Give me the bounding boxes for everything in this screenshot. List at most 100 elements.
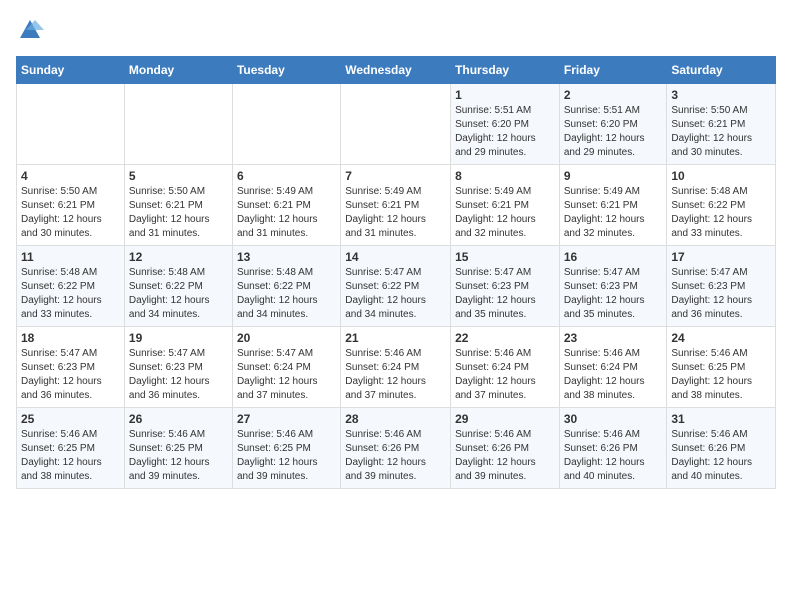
day-number: 11	[21, 250, 120, 264]
calendar-header: SundayMondayTuesdayWednesdayThursdayFrid…	[17, 57, 776, 84]
weekday-header-friday: Friday	[559, 57, 667, 84]
calendar-cell: 31 Sunrise: 5:46 AM Sunset: 6:26 PM Dayli…	[667, 408, 776, 489]
calendar-cell: 19 Sunrise: 5:47 AM Sunset: 6:23 PM Dayli…	[124, 327, 232, 408]
calendar-week-row: 25 Sunrise: 5:46 AM Sunset: 6:25 PM Dayli…	[17, 408, 776, 489]
day-number: 23	[564, 331, 663, 345]
day-detail: Sunrise: 5:47 AM Sunset: 6:23 PM Dayligh…	[21, 347, 120, 403]
calendar-cell: 10 Sunrise: 5:48 AM Sunset: 6:22 PM Dayli…	[667, 165, 776, 246]
calendar-cell: 30 Sunrise: 5:46 AM Sunset: 6:26 PM Dayli…	[559, 408, 667, 489]
day-detail: Sunrise: 5:51 AM Sunset: 6:20 PM Dayligh…	[564, 104, 663, 160]
calendar-table: SundayMondayTuesdayWednesdayThursdayFrid…	[16, 56, 776, 489]
day-detail: Sunrise: 5:47 AM Sunset: 6:23 PM Dayligh…	[455, 266, 555, 322]
calendar-cell: 14 Sunrise: 5:47 AM Sunset: 6:22 PM Dayli…	[341, 246, 451, 327]
day-number: 25	[21, 412, 120, 426]
calendar-cell: 5 Sunrise: 5:50 AM Sunset: 6:21 PM Daylig…	[124, 165, 232, 246]
calendar-cell: 21 Sunrise: 5:46 AM Sunset: 6:24 PM Dayli…	[341, 327, 451, 408]
page-header	[16, 16, 776, 44]
day-detail: Sunrise: 5:46 AM Sunset: 6:26 PM Dayligh…	[564, 428, 663, 484]
calendar-week-row: 1Sunrise: 5:51 AM Sunset: 6:20 PM Daylig…	[17, 84, 776, 165]
day-detail: Sunrise: 5:46 AM Sunset: 6:25 PM Dayligh…	[21, 428, 120, 484]
calendar-cell	[232, 84, 340, 165]
weekday-header-monday: Monday	[124, 57, 232, 84]
day-number: 14	[345, 250, 446, 264]
calendar-cell: 12 Sunrise: 5:48 AM Sunset: 6:22 PM Dayli…	[124, 246, 232, 327]
calendar-cell: 18 Sunrise: 5:47 AM Sunset: 6:23 PM Dayli…	[17, 327, 125, 408]
calendar-cell: 9 Sunrise: 5:49 AM Sunset: 6:21 PM Daylig…	[559, 165, 667, 246]
day-detail: Sunrise: 5:46 AM Sunset: 6:26 PM Dayligh…	[455, 428, 555, 484]
day-number: 28	[345, 412, 446, 426]
calendar-cell: 25 Sunrise: 5:46 AM Sunset: 6:25 PM Dayli…	[17, 408, 125, 489]
calendar-week-row: 11 Sunrise: 5:48 AM Sunset: 6:22 PM Dayli…	[17, 246, 776, 327]
calendar-cell: 17 Sunrise: 5:47 AM Sunset: 6:23 PM Dayli…	[667, 246, 776, 327]
day-number: 20	[237, 331, 336, 345]
weekday-header-row: SundayMondayTuesdayWednesdayThursdayFrid…	[17, 57, 776, 84]
calendar-cell: 24Sunrise: 5:46 AM Sunset: 6:25 PM Dayli…	[667, 327, 776, 408]
day-detail: Sunrise: 5:50 AM Sunset: 6:21 PM Dayligh…	[21, 185, 120, 241]
day-detail: Sunrise: 5:48 AM Sunset: 6:22 PM Dayligh…	[129, 266, 228, 322]
day-number: 18	[21, 331, 120, 345]
day-number: 16	[564, 250, 663, 264]
day-number: 24	[671, 331, 771, 345]
day-detail: Sunrise: 5:50 AM Sunset: 6:21 PM Dayligh…	[129, 185, 228, 241]
day-number: 7	[345, 169, 446, 183]
weekday-header-wednesday: Wednesday	[341, 57, 451, 84]
calendar-week-row: 4Sunrise: 5:50 AM Sunset: 6:21 PM Daylig…	[17, 165, 776, 246]
calendar-cell: 8 Sunrise: 5:49 AM Sunset: 6:21 PM Daylig…	[451, 165, 560, 246]
day-number: 10	[671, 169, 771, 183]
calendar-cell: 20Sunrise: 5:47 AM Sunset: 6:24 PM Dayli…	[232, 327, 340, 408]
day-detail: Sunrise: 5:49 AM Sunset: 6:21 PM Dayligh…	[237, 185, 336, 241]
day-detail: Sunrise: 5:47 AM Sunset: 6:23 PM Dayligh…	[671, 266, 771, 322]
calendar-week-row: 18 Sunrise: 5:47 AM Sunset: 6:23 PM Dayli…	[17, 327, 776, 408]
weekday-header-tuesday: Tuesday	[232, 57, 340, 84]
day-number: 27	[237, 412, 336, 426]
weekday-header-saturday: Saturday	[667, 57, 776, 84]
day-number: 19	[129, 331, 228, 345]
day-detail: Sunrise: 5:46 AM Sunset: 6:24 PM Dayligh…	[564, 347, 663, 403]
day-detail: Sunrise: 5:47 AM Sunset: 6:23 PM Dayligh…	[129, 347, 228, 403]
day-detail: Sunrise: 5:46 AM Sunset: 6:25 PM Dayligh…	[237, 428, 336, 484]
day-detail: Sunrise: 5:46 AM Sunset: 6:26 PM Dayligh…	[671, 428, 771, 484]
calendar-cell	[341, 84, 451, 165]
day-detail: Sunrise: 5:47 AM Sunset: 6:22 PM Dayligh…	[345, 266, 446, 322]
day-detail: Sunrise: 5:49 AM Sunset: 6:21 PM Dayligh…	[345, 185, 446, 241]
calendar-cell: 13Sunrise: 5:48 AM Sunset: 6:22 PM Dayli…	[232, 246, 340, 327]
calendar-cell: 26 Sunrise: 5:46 AM Sunset: 6:25 PM Dayli…	[124, 408, 232, 489]
calendar-cell: 22 Sunrise: 5:46 AM Sunset: 6:24 PM Dayli…	[451, 327, 560, 408]
calendar-cell: 3 Sunrise: 5:50 AM Sunset: 6:21 PM Daylig…	[667, 84, 776, 165]
day-number: 17	[671, 250, 771, 264]
day-detail: Sunrise: 5:46 AM Sunset: 6:26 PM Dayligh…	[345, 428, 446, 484]
day-detail: Sunrise: 5:46 AM Sunset: 6:24 PM Dayligh…	[455, 347, 555, 403]
day-number: 22	[455, 331, 555, 345]
calendar-cell: 16 Sunrise: 5:47 AM Sunset: 6:23 PM Dayli…	[559, 246, 667, 327]
day-detail: Sunrise: 5:50 AM Sunset: 6:21 PM Dayligh…	[671, 104, 771, 160]
logo-icon	[16, 16, 44, 44]
logo	[16, 16, 46, 44]
day-number: 30	[564, 412, 663, 426]
day-number: 6	[237, 169, 336, 183]
calendar-cell	[17, 84, 125, 165]
day-detail: Sunrise: 5:48 AM Sunset: 6:22 PM Dayligh…	[21, 266, 120, 322]
day-detail: Sunrise: 5:49 AM Sunset: 6:21 PM Dayligh…	[455, 185, 555, 241]
day-number: 3	[671, 88, 771, 102]
day-detail: Sunrise: 5:46 AM Sunset: 6:24 PM Dayligh…	[345, 347, 446, 403]
day-number: 8	[455, 169, 555, 183]
day-number: 29	[455, 412, 555, 426]
calendar-cell: 7 Sunrise: 5:49 AM Sunset: 6:21 PM Daylig…	[341, 165, 451, 246]
day-detail: Sunrise: 5:48 AM Sunset: 6:22 PM Dayligh…	[237, 266, 336, 322]
calendar-cell: 6 Sunrise: 5:49 AM Sunset: 6:21 PM Daylig…	[232, 165, 340, 246]
day-number: 9	[564, 169, 663, 183]
day-detail: Sunrise: 5:49 AM Sunset: 6:21 PM Dayligh…	[564, 185, 663, 241]
day-number: 21	[345, 331, 446, 345]
day-detail: Sunrise: 5:48 AM Sunset: 6:22 PM Dayligh…	[671, 185, 771, 241]
calendar-cell: 27 Sunrise: 5:46 AM Sunset: 6:25 PM Dayli…	[232, 408, 340, 489]
day-number: 12	[129, 250, 228, 264]
day-number: 26	[129, 412, 228, 426]
day-number: 2	[564, 88, 663, 102]
weekday-header-sunday: Sunday	[17, 57, 125, 84]
day-number: 5	[129, 169, 228, 183]
day-detail: Sunrise: 5:47 AM Sunset: 6:23 PM Dayligh…	[564, 266, 663, 322]
weekday-header-thursday: Thursday	[451, 57, 560, 84]
day-detail: Sunrise: 5:46 AM Sunset: 6:25 PM Dayligh…	[129, 428, 228, 484]
day-number: 31	[671, 412, 771, 426]
calendar-cell: 2 Sunrise: 5:51 AM Sunset: 6:20 PM Daylig…	[559, 84, 667, 165]
